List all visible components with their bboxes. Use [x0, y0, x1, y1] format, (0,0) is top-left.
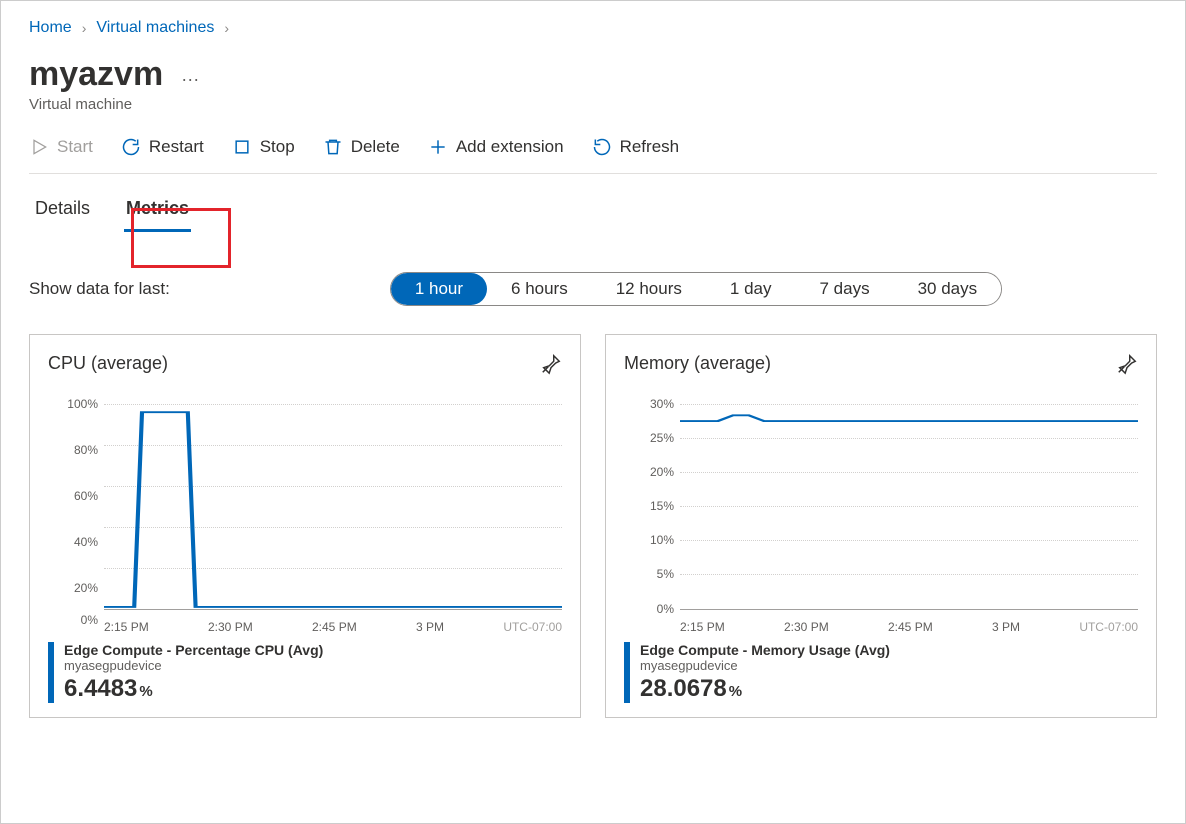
page-title: myazvm — [29, 55, 163, 94]
time-range-12h[interactable]: 12 hours — [592, 273, 706, 305]
memory-legend-name: Edge Compute - Memory Usage (Avg) — [640, 642, 890, 658]
memory-legend-device: myasegpudevice — [640, 658, 890, 673]
cpu-xtick: 2:30 PM — [208, 620, 253, 634]
cpu-timezone: UTC-07:00 — [503, 620, 562, 634]
mem-xtick: 3 PM — [992, 620, 1020, 634]
time-range-selector: 1 hour 6 hours 12 hours 1 day 7 days 30 … — [390, 272, 1002, 306]
memory-metric-card: Memory (average) 30% 25% 20% 15% 10% 5% … — [605, 334, 1157, 718]
stop-button[interactable]: Stop — [232, 135, 295, 159]
cpu-metric-card: CPU (average) 100% 80% 60% 40% 20% 0% — [29, 334, 581, 718]
breadcrumb-home[interactable]: Home — [29, 19, 72, 37]
time-range-30d[interactable]: 30 days — [894, 273, 1002, 305]
refresh-icon — [592, 137, 612, 157]
time-range-1d[interactable]: 1 day — [706, 273, 796, 305]
chevron-right-icon: › — [82, 20, 87, 36]
mem-ytick: 25% — [650, 431, 674, 445]
cpu-ytick: 0% — [81, 613, 98, 627]
cpu-legend: Edge Compute - Percentage CPU (Avg) myas… — [48, 642, 562, 703]
cpu-ytick: 60% — [74, 489, 98, 503]
memory-chart: 30% 25% 20% 15% 10% 5% 0% 2:15 PM — [624, 404, 1138, 634]
mem-ytick: 0% — [657, 602, 674, 616]
memory-line-series — [680, 404, 1138, 609]
cpu-current-value: 6.4483% — [64, 675, 323, 703]
cpu-xaxis: 2:15 PM 2:30 PM 2:45 PM 3 PM UTC-07:00 — [104, 620, 562, 634]
cpu-line-series — [104, 404, 562, 609]
cpu-card-title: CPU (average) — [48, 353, 562, 374]
pin-cpu-button[interactable] — [536, 349, 566, 382]
command-bar: Start Restart Stop Delete Add extension … — [29, 135, 1157, 174]
start-button: Start — [29, 135, 93, 159]
mem-xtick: 2:45 PM — [888, 620, 933, 634]
cpu-ytick: 100% — [67, 397, 98, 411]
breadcrumb: Home › Virtual machines › — [29, 19, 1157, 37]
resource-type-label: Virtual machine — [29, 96, 1157, 113]
mem-ytick: 20% — [650, 465, 674, 479]
memory-card-title: Memory (average) — [624, 353, 1138, 374]
play-icon — [29, 137, 49, 157]
time-range-label: Show data for last: — [29, 279, 170, 299]
add-extension-button[interactable]: Add extension — [428, 135, 564, 159]
mem-timezone: UTC-07:00 — [1079, 620, 1138, 634]
trash-icon — [323, 137, 343, 157]
cpu-chart: 100% 80% 60% 40% 20% 0% 2:15 PM 2:30 PM — [48, 404, 562, 634]
time-range-1h[interactable]: 1 hour — [391, 273, 487, 305]
restart-button[interactable]: Restart — [121, 135, 204, 159]
delete-button[interactable]: Delete — [323, 135, 400, 159]
cpu-xtick: 3 PM — [416, 620, 444, 634]
breadcrumb-virtual-machines[interactable]: Virtual machines — [96, 19, 214, 37]
mem-ytick: 10% — [650, 533, 674, 547]
cpu-ytick: 80% — [74, 443, 98, 457]
pin-icon — [540, 353, 562, 375]
plus-icon — [428, 137, 448, 157]
mem-xtick: 2:15 PM — [680, 620, 725, 634]
cpu-xtick: 2:15 PM — [104, 620, 149, 634]
memory-xaxis: 2:15 PM 2:30 PM 2:45 PM 3 PM UTC-07:00 — [680, 620, 1138, 634]
cpu-ytick: 20% — [74, 581, 98, 595]
time-range-7d[interactable]: 7 days — [795, 273, 893, 305]
refresh-button[interactable]: Refresh — [592, 135, 680, 159]
mem-ytick: 30% — [650, 397, 674, 411]
restart-icon — [121, 137, 141, 157]
cpu-legend-device: myasegpudevice — [64, 658, 323, 673]
tab-bar: Details Metrics — [33, 192, 1157, 232]
legend-color-bar — [48, 642, 54, 703]
cpu-legend-name: Edge Compute - Percentage CPU (Avg) — [64, 642, 323, 658]
mem-xtick: 2:30 PM — [784, 620, 829, 634]
pin-memory-button[interactable] — [1112, 349, 1142, 382]
more-actions-button[interactable]: ··· — [181, 69, 199, 94]
cpu-xtick: 2:45 PM — [312, 620, 357, 634]
tab-details[interactable]: Details — [33, 192, 92, 232]
memory-current-value: 28.0678% — [640, 675, 890, 703]
time-range-6h[interactable]: 6 hours — [487, 273, 592, 305]
chevron-right-icon: › — [224, 20, 229, 36]
pin-icon — [1116, 353, 1138, 375]
mem-ytick: 15% — [650, 499, 674, 513]
memory-legend: Edge Compute - Memory Usage (Avg) myaseg… — [624, 642, 1138, 703]
cpu-ytick: 40% — [74, 535, 98, 549]
mem-ytick: 5% — [657, 567, 674, 581]
stop-icon — [232, 137, 252, 157]
tab-metrics[interactable]: Metrics — [124, 192, 191, 232]
legend-color-bar — [624, 642, 630, 703]
